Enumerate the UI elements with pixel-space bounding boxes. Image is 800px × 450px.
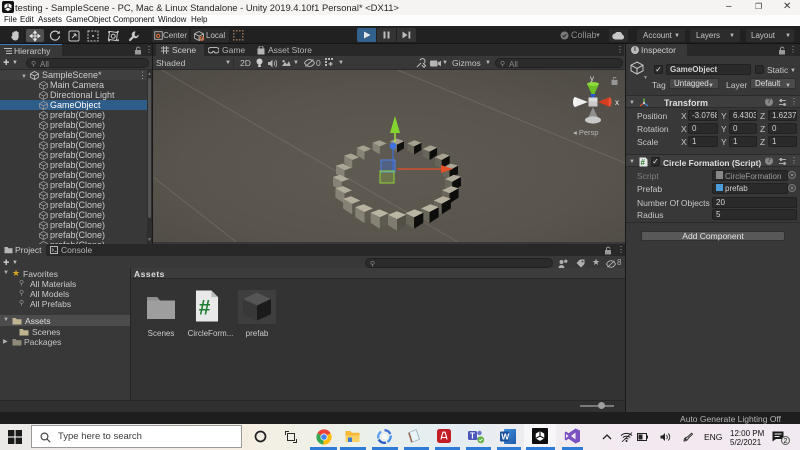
svg-text:W: W	[501, 432, 510, 442]
svg-text:T: T	[470, 432, 475, 441]
svg-text:x: x	[615, 98, 619, 107]
svg-text:y: y	[590, 74, 594, 83]
svg-text:◂ Persp: ◂ Persp	[573, 128, 598, 137]
svg-text:#: #	[641, 158, 646, 167]
svg-text:#: #	[199, 296, 211, 319]
